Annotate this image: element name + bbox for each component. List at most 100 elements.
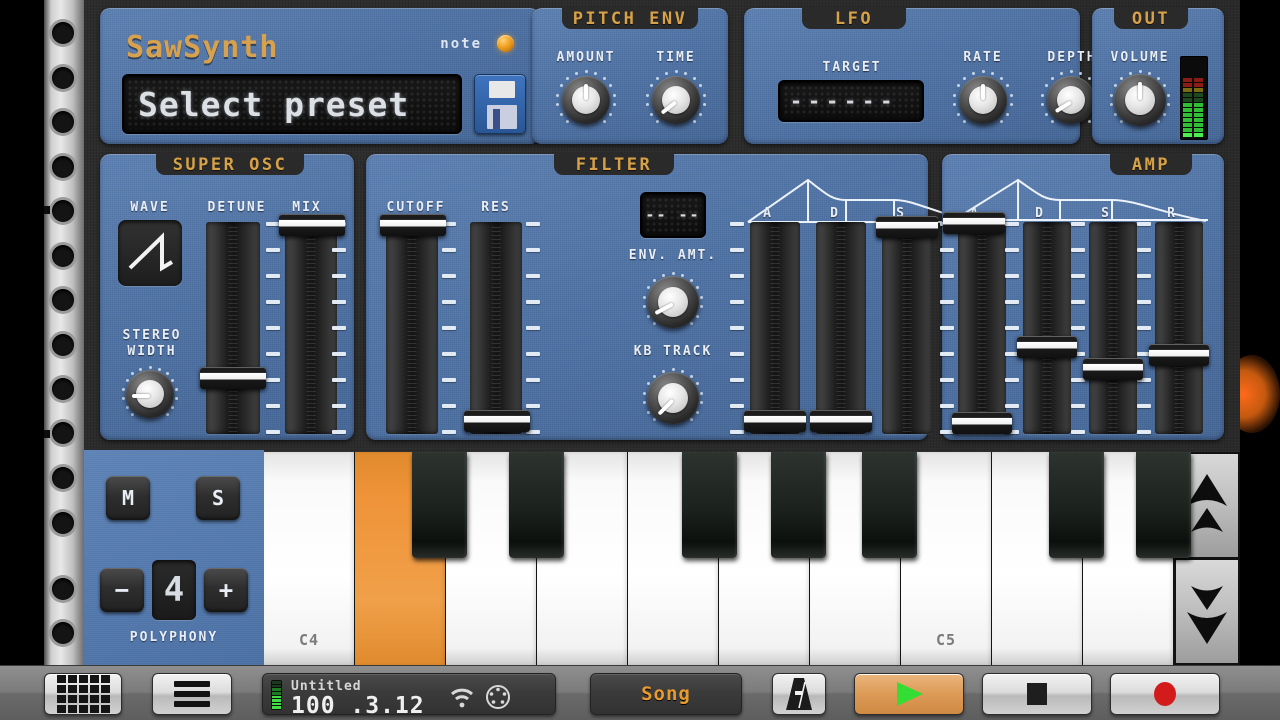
super-osc-title: SUPER OSC bbox=[172, 155, 288, 175]
amp-sustain-slider[interactable] bbox=[1089, 222, 1137, 434]
record-circle-icon bbox=[1154, 682, 1176, 706]
filter-attack-handle[interactable] bbox=[744, 410, 806, 432]
wifi-icon bbox=[451, 688, 473, 708]
metronome-icon bbox=[786, 678, 812, 710]
res-slider-handle[interactable] bbox=[464, 410, 530, 432]
pitch-time-label: TIME bbox=[656, 50, 696, 65]
input-level-meter bbox=[271, 680, 282, 710]
meter-left bbox=[1183, 59, 1192, 137]
panel-super-osc: SUPER OSC WAVE STEREO WIDTH DETUNE MIX bbox=[100, 153, 354, 440]
play-triangle-icon bbox=[897, 682, 923, 706]
pitch-time-knob[interactable] bbox=[646, 70, 706, 130]
amp-sustain-handle[interactable] bbox=[1083, 358, 1143, 380]
stop-square-icon bbox=[1027, 683, 1047, 705]
preset-display[interactable]: Select preset bbox=[122, 74, 462, 134]
amp-release-slider[interactable] bbox=[1155, 222, 1203, 434]
black-key-gs4[interactable] bbox=[771, 452, 826, 558]
synth-app: SawSynth note Select preset PITCH ENV AM… bbox=[0, 0, 1280, 720]
mix-slider[interactable] bbox=[285, 222, 337, 434]
solo-button[interactable]: S bbox=[196, 476, 240, 520]
black-key-cs4[interactable] bbox=[412, 452, 467, 558]
filter-type-display[interactable]: -- -- bbox=[640, 192, 706, 238]
res-label: RES bbox=[481, 200, 511, 215]
filter-sustain-slider[interactable] bbox=[882, 222, 932, 434]
amp-decay-slider[interactable] bbox=[1023, 222, 1071, 434]
kb-track-label: KB TRACK bbox=[633, 344, 713, 359]
lfo-target-label: TARGET bbox=[822, 60, 882, 75]
filter-adsr-d-label: D bbox=[830, 206, 840, 221]
hamburger-menu-icon bbox=[174, 677, 210, 711]
env-amt-knob[interactable] bbox=[643, 272, 703, 332]
menu-button[interactable] bbox=[152, 673, 232, 715]
wave-shape-button[interactable] bbox=[118, 220, 182, 286]
save-preset-button[interactable] bbox=[474, 74, 526, 134]
filter-sustain-handle[interactable] bbox=[876, 216, 938, 238]
black-key-ds4[interactable] bbox=[509, 452, 564, 558]
lfo-target-value: ------ bbox=[790, 89, 899, 113]
status-display[interactable]: Untitled 100 .3.12 bbox=[262, 673, 556, 719]
detune-slider[interactable] bbox=[206, 222, 260, 434]
lfo-title: LFO bbox=[834, 9, 874, 29]
tempo-position: 100 .3.12 bbox=[291, 693, 425, 719]
polyphony-value: 4 bbox=[163, 570, 185, 610]
polyphony-decrease-button[interactable]: − bbox=[100, 568, 144, 612]
song-mode-label: Song bbox=[641, 683, 691, 705]
meter-right bbox=[1194, 59, 1203, 137]
pitch-amount-label: AMOUNT bbox=[556, 50, 616, 65]
kb-track-knob[interactable] bbox=[643, 368, 703, 428]
plus-label: + bbox=[218, 576, 234, 604]
lfo-rate-knob[interactable] bbox=[953, 70, 1013, 130]
note-label: note bbox=[440, 36, 482, 52]
detune-slider-handle[interactable] bbox=[200, 367, 266, 389]
amp-attack-handle[interactable] bbox=[952, 412, 1012, 434]
cutoff-slider[interactable] bbox=[386, 222, 438, 434]
pitch-amount-knob[interactable] bbox=[556, 70, 616, 130]
minus-label: − bbox=[114, 576, 130, 604]
amp-adsr-d-label: D bbox=[1035, 206, 1045, 221]
mute-button[interactable]: M bbox=[106, 476, 150, 520]
amp-attack-slider[interactable] bbox=[958, 222, 1006, 434]
metronome-button[interactable] bbox=[772, 673, 826, 715]
rack-rail-left bbox=[44, 0, 84, 665]
white-key-c4[interactable]: C4 bbox=[264, 452, 355, 665]
out-volume-knob[interactable] bbox=[1110, 70, 1170, 130]
piano-keyboard[interactable]: C4 C5 bbox=[264, 452, 1240, 665]
stereo-width-knob[interactable] bbox=[122, 366, 178, 422]
filter-decay-slider[interactable] bbox=[816, 222, 866, 434]
amp-release-handle[interactable] bbox=[1149, 344, 1209, 366]
black-key-as4[interactable] bbox=[862, 452, 917, 558]
pitch-env-title: PITCH ENV bbox=[572, 9, 688, 29]
black-key-ds5[interactable] bbox=[1136, 452, 1191, 558]
env-amt-label: ENV. AMT. bbox=[628, 248, 718, 263]
synth-body: SawSynth note Select preset PITCH ENV AM… bbox=[84, 0, 1240, 665]
panel-header: SawSynth note Select preset bbox=[100, 8, 540, 144]
filter-type-value: -- -- bbox=[645, 206, 701, 224]
amp-decay-handle[interactable] bbox=[1017, 336, 1077, 358]
grid-icon bbox=[56, 675, 110, 713]
black-key-cs5[interactable] bbox=[1049, 452, 1104, 558]
octave-down-button[interactable] bbox=[1174, 558, 1240, 665]
double-chevron-down-icon bbox=[1187, 585, 1227, 644]
mix-slider-handle[interactable] bbox=[279, 214, 345, 236]
polyphony-increase-button[interactable]: + bbox=[204, 568, 248, 612]
grid-view-button[interactable] bbox=[44, 673, 122, 715]
output-level-meter bbox=[1180, 56, 1208, 140]
out-title: OUT bbox=[1131, 9, 1171, 29]
panel-out: OUT VOLUME bbox=[1092, 7, 1224, 144]
record-button[interactable] bbox=[1110, 673, 1220, 715]
app-title: SawSynth bbox=[126, 30, 279, 65]
play-button[interactable] bbox=[854, 673, 964, 715]
cutoff-slider-handle[interactable] bbox=[380, 214, 446, 236]
res-slider[interactable] bbox=[470, 222, 522, 434]
note-led bbox=[497, 35, 514, 52]
song-mode-button[interactable]: Song bbox=[590, 673, 742, 715]
filter-release-handle[interactable] bbox=[943, 212, 1005, 234]
filter-attack-slider[interactable] bbox=[750, 222, 800, 434]
panel-amp: AMP A D bbox=[940, 153, 1224, 440]
filter-decay-handle[interactable] bbox=[810, 410, 872, 432]
polyphony-display: 4 bbox=[152, 560, 196, 620]
black-key-fs4[interactable] bbox=[682, 452, 737, 558]
stop-button[interactable] bbox=[982, 673, 1092, 715]
voice-controls-panel: M S − 4 + POLYPHONY bbox=[84, 450, 264, 665]
lfo-target-display[interactable]: ------ bbox=[778, 80, 924, 122]
